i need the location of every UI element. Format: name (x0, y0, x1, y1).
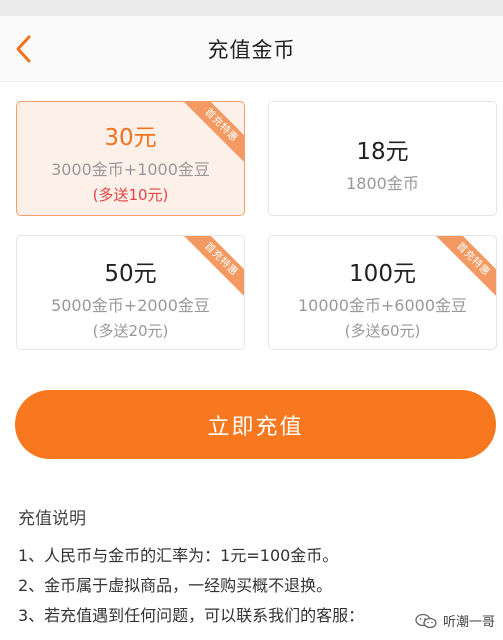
page-title: 充值金币 (207, 37, 296, 62)
chevron-left-icon (16, 35, 31, 63)
package-card-100[interactable]: 首充特惠 100元 10000金币+6000金豆 (多送60元) (268, 235, 497, 350)
package-card-18[interactable]: 18元 1800金币 (268, 101, 497, 216)
status-bar (0, 0, 503, 16)
note-item: 1、人民币与金币的汇率为：1元=100金币。 (18, 546, 339, 565)
wechat-icon (415, 613, 437, 629)
watermark: 听潮一哥 (415, 611, 495, 630)
package-desc: 3000金币+1000金豆 (51, 160, 210, 179)
main-content: 首充特惠 30元 3000金币+1000金豆 (多送10元) 18元 1800金… (0, 82, 503, 640)
watermark-text: 听潮一哥 (442, 615, 495, 630)
package-price: 18元 (356, 139, 409, 165)
package-desc: 1800金币 (346, 174, 419, 193)
package-bonus: (多送10元) (92, 186, 169, 204)
package-desc: 5000金币+2000金豆 (51, 296, 210, 315)
nav-bar: 充值金币 (0, 16, 503, 82)
recharge-now-button[interactable]: 立即充值 (15, 390, 496, 459)
package-bonus: (多送60元) (344, 322, 421, 340)
package-card-30[interactable]: 首充特惠 30元 3000金币+1000金豆 (多送10元) (16, 101, 245, 216)
note-item: 2、金币属于虚拟商品，一经购买概不退换。 (18, 576, 333, 595)
package-desc: 10000金币+6000金豆 (297, 296, 468, 315)
back-button[interactable] (14, 32, 44, 66)
package-bonus: (多送20元) (92, 322, 169, 340)
package-card-50[interactable]: 首充特惠 50元 5000金币+2000金豆 (多送20元) (16, 235, 245, 350)
notes-title: 充值说明 (18, 509, 86, 529)
